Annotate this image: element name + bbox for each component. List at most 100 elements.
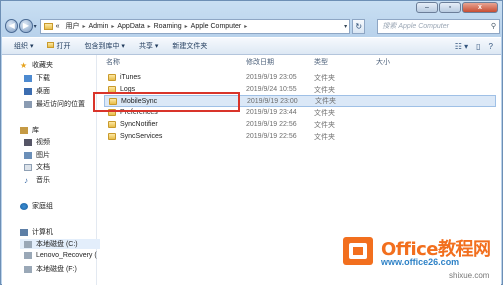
sidebar-item-drive-f[interactable]: 本地磁盘 (F:): [24, 264, 77, 274]
file-name: Logs: [120, 86, 136, 93]
minimize-button[interactable]: –: [416, 2, 438, 13]
close-button[interactable]: x: [462, 2, 498, 13]
folder-icon: [43, 22, 53, 30]
sidebar-item-downloads[interactable]: 下载: [24, 73, 50, 83]
crumb-apple-computer[interactable]: Apple Computer: [191, 23, 242, 30]
file-row-preferences[interactable]: Preferences 2019/9/19 23:44 文件夹: [104, 107, 496, 118]
address-root-chevron[interactable]: «: [56, 23, 60, 30]
file-type: 文件夹: [315, 98, 336, 105]
address-row: ◀ ▶ ▾ « 用户 ▸ Admin ▸ AppData ▸ Roaming ▸…: [5, 17, 500, 35]
open-button[interactable]: 打开: [47, 41, 70, 51]
folder-icon: [108, 121, 116, 128]
office-logo-icon: [343, 237, 373, 265]
file-name: iTunes: [120, 74, 141, 81]
file-row-syncnotifier[interactable]: SyncNotifier 2019/9/19 22:56 文件夹: [104, 119, 496, 130]
crumb-appdata[interactable]: AppData: [117, 23, 144, 30]
folder-icon: [108, 109, 116, 116]
document-icon: [24, 163, 32, 171]
sidebar-homegroup[interactable]: 家庭组: [20, 201, 53, 211]
search-placeholder: 搜索 Apple Computer: [382, 23, 449, 30]
folder-icon: [109, 97, 117, 105]
command-bar: 组织 ▾ 打开 包含到库中 ▾ 共享 ▾ 新建文件夹 ☷ ▾ ▯ ?: [2, 37, 501, 55]
computer-icon: [20, 228, 28, 236]
address-dropdown-icon[interactable]: ▾: [344, 23, 347, 30]
forward-button[interactable]: ▶: [19, 19, 33, 33]
file-date: 2019/9/19 22:56: [246, 133, 297, 140]
open-icon: [47, 42, 55, 48]
chevron-right-icon[interactable]: ▸: [185, 23, 188, 30]
file-date: 2019/9/19 23:00: [247, 97, 298, 105]
file-name: SyncNotifier: [120, 121, 158, 128]
column-header-size[interactable]: 大小: [376, 57, 390, 67]
sidebar-computer[interactable]: 计算机: [20, 227, 53, 237]
watermark: Office教程网 www.office26.com shixue.com: [341, 233, 501, 283]
preview-pane-icon[interactable]: ▯: [476, 42, 480, 51]
column-header-name[interactable]: 名称: [106, 57, 120, 67]
crumb-users[interactable]: 用户: [65, 21, 79, 31]
homegroup-icon: [20, 202, 28, 210]
chevron-right-icon[interactable]: ▸: [148, 23, 151, 30]
share-button[interactable]: 共享 ▾: [139, 41, 158, 51]
download-icon: [24, 74, 32, 82]
chevron-right-icon[interactable]: ▸: [82, 23, 85, 30]
file-row-mobilesync[interactable]: MobileSync 2019/9/19 23:00 文件夹: [104, 95, 496, 107]
crumb-roaming[interactable]: Roaming: [154, 23, 182, 30]
organize-button[interactable]: 组织 ▾: [14, 41, 33, 51]
folder-icon: [108, 133, 116, 140]
file-row-syncservices[interactable]: SyncServices 2019/9/19 22:56 文件夹: [104, 131, 496, 142]
file-type: 文件夹: [314, 74, 335, 82]
file-name: MobileSync: [121, 97, 158, 105]
star-icon: ★: [20, 60, 28, 70]
drive-icon: [24, 252, 32, 259]
folder-icon: [108, 74, 116, 81]
include-in-library-button[interactable]: 包含到库中 ▾: [84, 41, 124, 51]
recent-pages-dropdown[interactable]: ▾: [34, 23, 37, 30]
sidebar-item-recovery-drive[interactable]: Lenovo_Recovery (: [24, 252, 97, 259]
file-type: 文件夹: [314, 133, 335, 141]
view-options-icon[interactable]: ☷ ▾: [455, 42, 468, 51]
sidebar-item-desktop[interactable]: 桌面: [24, 86, 50, 96]
file-type: 文件夹: [314, 121, 335, 129]
help-icon[interactable]: ?: [489, 42, 493, 51]
file-type: 文件夹: [314, 109, 335, 117]
file-type: 文件夹: [314, 86, 335, 94]
file-date: 2019/9/24 10:55: [246, 86, 297, 93]
watermark-site: shixue.com: [449, 271, 490, 280]
music-icon: ♪: [24, 175, 28, 185]
chevron-right-icon[interactable]: ▸: [244, 23, 247, 30]
sidebar-item-music[interactable]: ♪ 音乐: [24, 175, 50, 185]
refresh-button[interactable]: ↻: [352, 18, 366, 34]
desktop-icon: [24, 87, 32, 95]
search-icon[interactable]: ⚲: [491, 22, 496, 30]
sidebar-item-videos[interactable]: 视频: [24, 137, 50, 147]
drive-icon: [24, 265, 32, 273]
file-name: Preferences: [120, 109, 158, 116]
column-header-date[interactable]: 修改日期: [246, 57, 274, 67]
explorer-window: – ▫ x ◀ ▶ ▾ « 用户 ▸ Admin ▸ AppData ▸ Roa…: [0, 0, 503, 285]
address-bar[interactable]: « 用户 ▸ Admin ▸ AppData ▸ Roaming ▸ Apple…: [39, 18, 351, 34]
file-row-itunes[interactable]: iTunes 2019/9/19 23:05 文件夹: [104, 72, 496, 83]
folder-icon: [108, 86, 116, 93]
file-row-logs[interactable]: Logs 2019/9/24 10:55 文件夹: [104, 84, 496, 95]
video-icon: [24, 138, 32, 146]
file-date: 2019/9/19 23:05: [246, 74, 297, 81]
back-button[interactable]: ◀: [5, 19, 19, 33]
file-date: 2019/9/19 23:44: [246, 109, 297, 116]
open-label: 打开: [56, 43, 71, 50]
search-input[interactable]: 搜索 Apple Computer ⚲: [377, 18, 500, 34]
sidebar-item-recent[interactable]: 最近访问的位置: [24, 99, 85, 109]
file-date: 2019/9/19 22:56: [246, 121, 297, 128]
column-header-type[interactable]: 类型: [314, 57, 328, 67]
sidebar-library[interactable]: 库: [20, 125, 39, 135]
chevron-right-icon[interactable]: ▸: [111, 23, 114, 30]
sidebar-item-pictures[interactable]: 图片: [24, 150, 50, 160]
maximize-button[interactable]: ▫: [439, 2, 461, 13]
sidebar-favorites[interactable]: ★ 收藏夹: [20, 60, 53, 70]
file-name: SyncServices: [120, 133, 163, 140]
window-controls: – ▫ x: [416, 2, 498, 13]
new-folder-button[interactable]: 新建文件夹: [172, 41, 207, 51]
crumb-admin[interactable]: Admin: [89, 23, 109, 30]
sidebar-item-drive-c[interactable]: 本地磁盘 (C:): [20, 239, 100, 249]
sidebar-item-documents[interactable]: 文档: [24, 162, 50, 172]
recent-places-icon: [24, 100, 32, 108]
